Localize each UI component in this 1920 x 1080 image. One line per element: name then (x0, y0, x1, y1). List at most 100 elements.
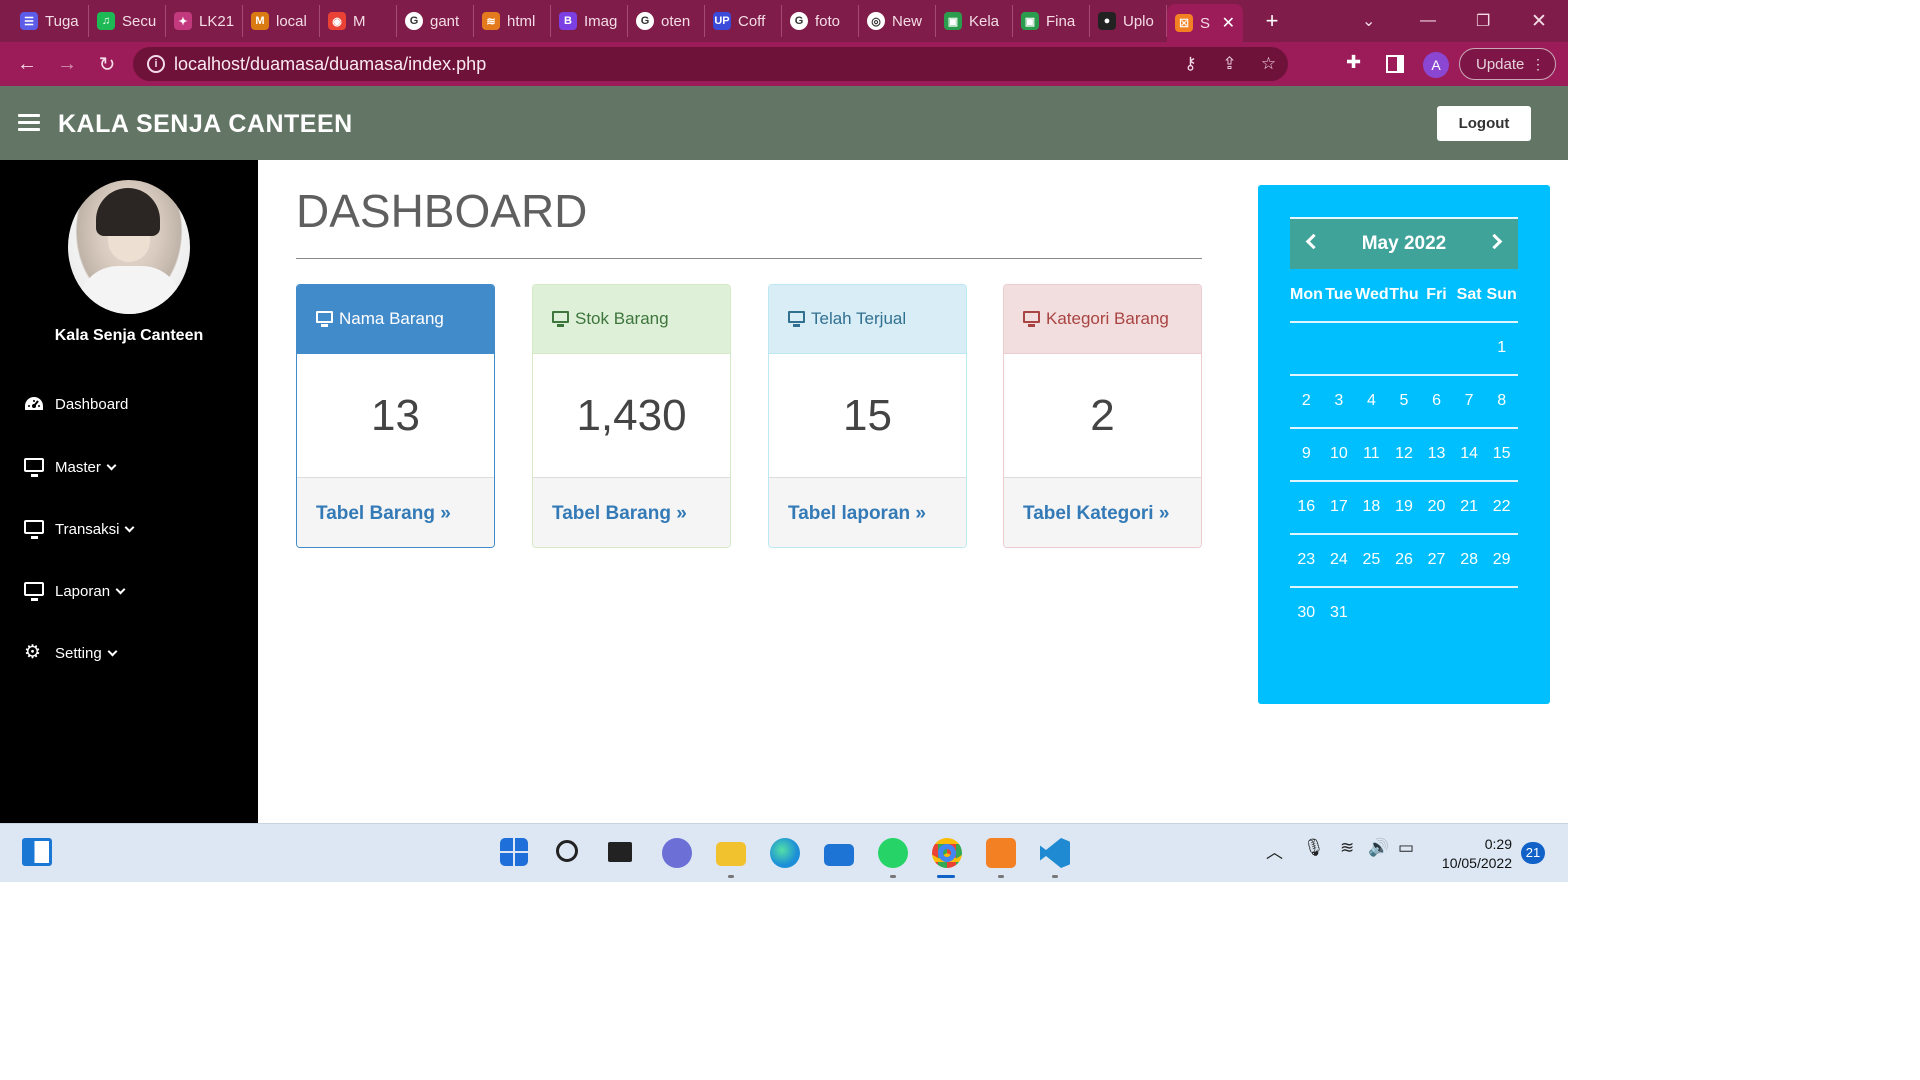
chevron-up-icon[interactable]: ︿ (1266, 838, 1283, 863)
calendar-day[interactable]: 6 (1420, 392, 1453, 410)
sidebar-item-laporan[interactable]: Laporan (24, 582, 126, 601)
tab-active[interactable]: ☒ S ✕ (1167, 4, 1243, 42)
calendar-day[interactable]: 7 (1453, 392, 1486, 410)
mail-icon[interactable] (824, 844, 854, 866)
calendar-day[interactable]: 26 (1388, 551, 1421, 569)
calendar-day[interactable]: 9 (1290, 445, 1323, 463)
whatsapp-icon[interactable] (878, 838, 908, 868)
tab-title: gant (430, 12, 460, 30)
share-icon[interactable]: ⇪ (1210, 54, 1249, 74)
sidebar-item-setting[interactable]: ⚙ Setting (24, 643, 118, 662)
site-info-icon[interactable]: i (147, 55, 165, 73)
sidebar-item-transaksi[interactable]: Transaksi (24, 520, 135, 539)
tab-7[interactable]: ≋ html (474, 5, 551, 37)
tab-8[interactable]: B Imag (551, 5, 628, 37)
bookmark-star-icon[interactable]: ☆ (1249, 54, 1288, 74)
hamburger-menu-icon[interactable] (18, 114, 40, 132)
minimize-icon[interactable]: — (1420, 0, 1436, 42)
tab-12[interactable]: ◎ New (859, 5, 936, 37)
tab-11[interactable]: Gfoto (782, 5, 859, 37)
teams-chat-icon[interactable] (662, 838, 692, 868)
calendar-day[interactable]: 29 (1485, 551, 1518, 569)
search-icon[interactable] (556, 840, 578, 862)
sidebar-item-master[interactable]: Master (24, 458, 117, 477)
edge-browser-icon[interactable] (770, 838, 800, 868)
task-view-icon[interactable] (608, 842, 632, 862)
calendar-day[interactable]: 10 (1323, 445, 1356, 463)
tab-3[interactable]: ✦ LK21 (166, 5, 243, 37)
wifi-icon[interactable]: ≋ (1340, 838, 1354, 858)
tab-15[interactable]: ● Uplo (1090, 5, 1167, 37)
calendar-day[interactable]: 22 (1485, 498, 1518, 516)
calendar-day[interactable]: 1 (1485, 339, 1518, 357)
tab-2[interactable]: ♫ Secu (89, 5, 166, 37)
xampp-icon[interactable] (986, 838, 1016, 868)
calendar-day[interactable]: 19 (1388, 498, 1421, 516)
tab-4[interactable]: Mlocal (243, 5, 320, 37)
url-bar[interactable]: i localhost/duamasa/duamasa/index.php ⚷ … (133, 47, 1288, 81)
volume-icon[interactable]: 🔊 (1368, 838, 1389, 858)
side-panel-icon[interactable] (1386, 55, 1404, 73)
calendar-day[interactable]: 30 (1290, 604, 1323, 622)
tab-9[interactable]: Goten (628, 5, 705, 37)
calendar-day[interactable]: 20 (1420, 498, 1453, 516)
profile-avatar[interactable]: A (1423, 52, 1449, 78)
extensions-icon[interactable]: ✚ (1346, 52, 1361, 73)
card-link[interactable]: Tabel Barang » (297, 477, 494, 547)
url-text[interactable]: localhost/duamasa/duamasa/index.php (174, 54, 486, 75)
calendar-day[interactable]: 17 (1323, 498, 1356, 516)
calendar-day[interactable]: 3 (1323, 392, 1356, 410)
tab-6[interactable]: Ggant (397, 5, 474, 37)
calendar-day[interactable]: 5 (1388, 392, 1421, 410)
battery-icon[interactable]: ▭ (1398, 838, 1414, 858)
new-tab-button[interactable]: + (1257, 8, 1287, 34)
back-icon[interactable]: ← (7, 53, 47, 76)
calendar-day[interactable]: 15 (1485, 445, 1518, 463)
reload-icon[interactable]: ↻ (87, 52, 127, 77)
calendar-day[interactable]: 24 (1323, 551, 1356, 569)
calendar-day[interactable]: 13 (1420, 445, 1453, 463)
restore-icon[interactable]: ❐ (1476, 0, 1490, 42)
calendar-day[interactable]: 25 (1355, 551, 1388, 569)
chrome-icon[interactable] (932, 838, 962, 868)
calendar-day[interactable]: 12 (1388, 445, 1421, 463)
calendar-day[interactable]: 4 (1355, 392, 1388, 410)
microphone-icon[interactable]: 🎙 (1303, 838, 1325, 858)
file-explorer-icon[interactable] (716, 842, 746, 866)
calendar-day[interactable]: 14 (1453, 445, 1486, 463)
more-menu-icon[interactable]: ⋮ (1531, 56, 1545, 73)
calendar-day[interactable]: 27 (1420, 551, 1453, 569)
card-link[interactable]: Tabel laporan » (769, 477, 966, 547)
chevron-right-icon[interactable] (1486, 233, 1503, 250)
card-link[interactable]: Tabel Kategori » (1004, 477, 1201, 547)
tab-5[interactable]: ◉ M (320, 5, 397, 37)
tab-14[interactable]: ▣ Fina (1013, 5, 1090, 37)
chevron-left-icon[interactable] (1305, 233, 1322, 250)
tab-10[interactable]: UP Coff (705, 5, 782, 37)
tab-1[interactable]: ☰ Tuga (12, 5, 89, 37)
update-button[interactable]: Update ⋮ (1459, 48, 1556, 80)
calendar-day[interactable]: 23 (1290, 551, 1323, 569)
vscode-icon[interactable] (1040, 838, 1070, 868)
start-menu-icon[interactable] (500, 838, 528, 866)
system-clock[interactable]: 0:29 10/05/2022 (1420, 835, 1512, 873)
calendar-day[interactable]: 21 (1453, 498, 1486, 516)
password-key-icon[interactable]: ⚷ (1171, 54, 1210, 74)
card-link[interactable]: Tabel Barang » (533, 477, 730, 547)
notification-badge[interactable]: 21 (1521, 842, 1545, 864)
tab-search-icon[interactable]: ⌄ (1362, 0, 1375, 42)
calendar-day[interactable]: 18 (1355, 498, 1388, 516)
calendar-day[interactable]: 8 (1485, 392, 1518, 410)
logout-button[interactable]: Logout (1437, 106, 1531, 141)
tab-13[interactable]: ▣ Kela (936, 5, 1013, 37)
calendar-day[interactable]: 2 (1290, 392, 1323, 410)
forward-icon[interactable]: → (47, 53, 87, 76)
calendar-day[interactable]: 31 (1323, 604, 1356, 622)
widgets-icon[interactable] (22, 838, 52, 866)
calendar-day[interactable]: 11 (1355, 445, 1388, 463)
calendar-day[interactable]: 28 (1453, 551, 1486, 569)
close-window-icon[interactable]: ✕ (1531, 0, 1547, 42)
close-tab-icon[interactable]: ✕ (1222, 13, 1235, 33)
calendar-day[interactable]: 16 (1290, 498, 1323, 516)
sidebar-item-dashboard[interactable]: Dashboard (24, 395, 128, 413)
